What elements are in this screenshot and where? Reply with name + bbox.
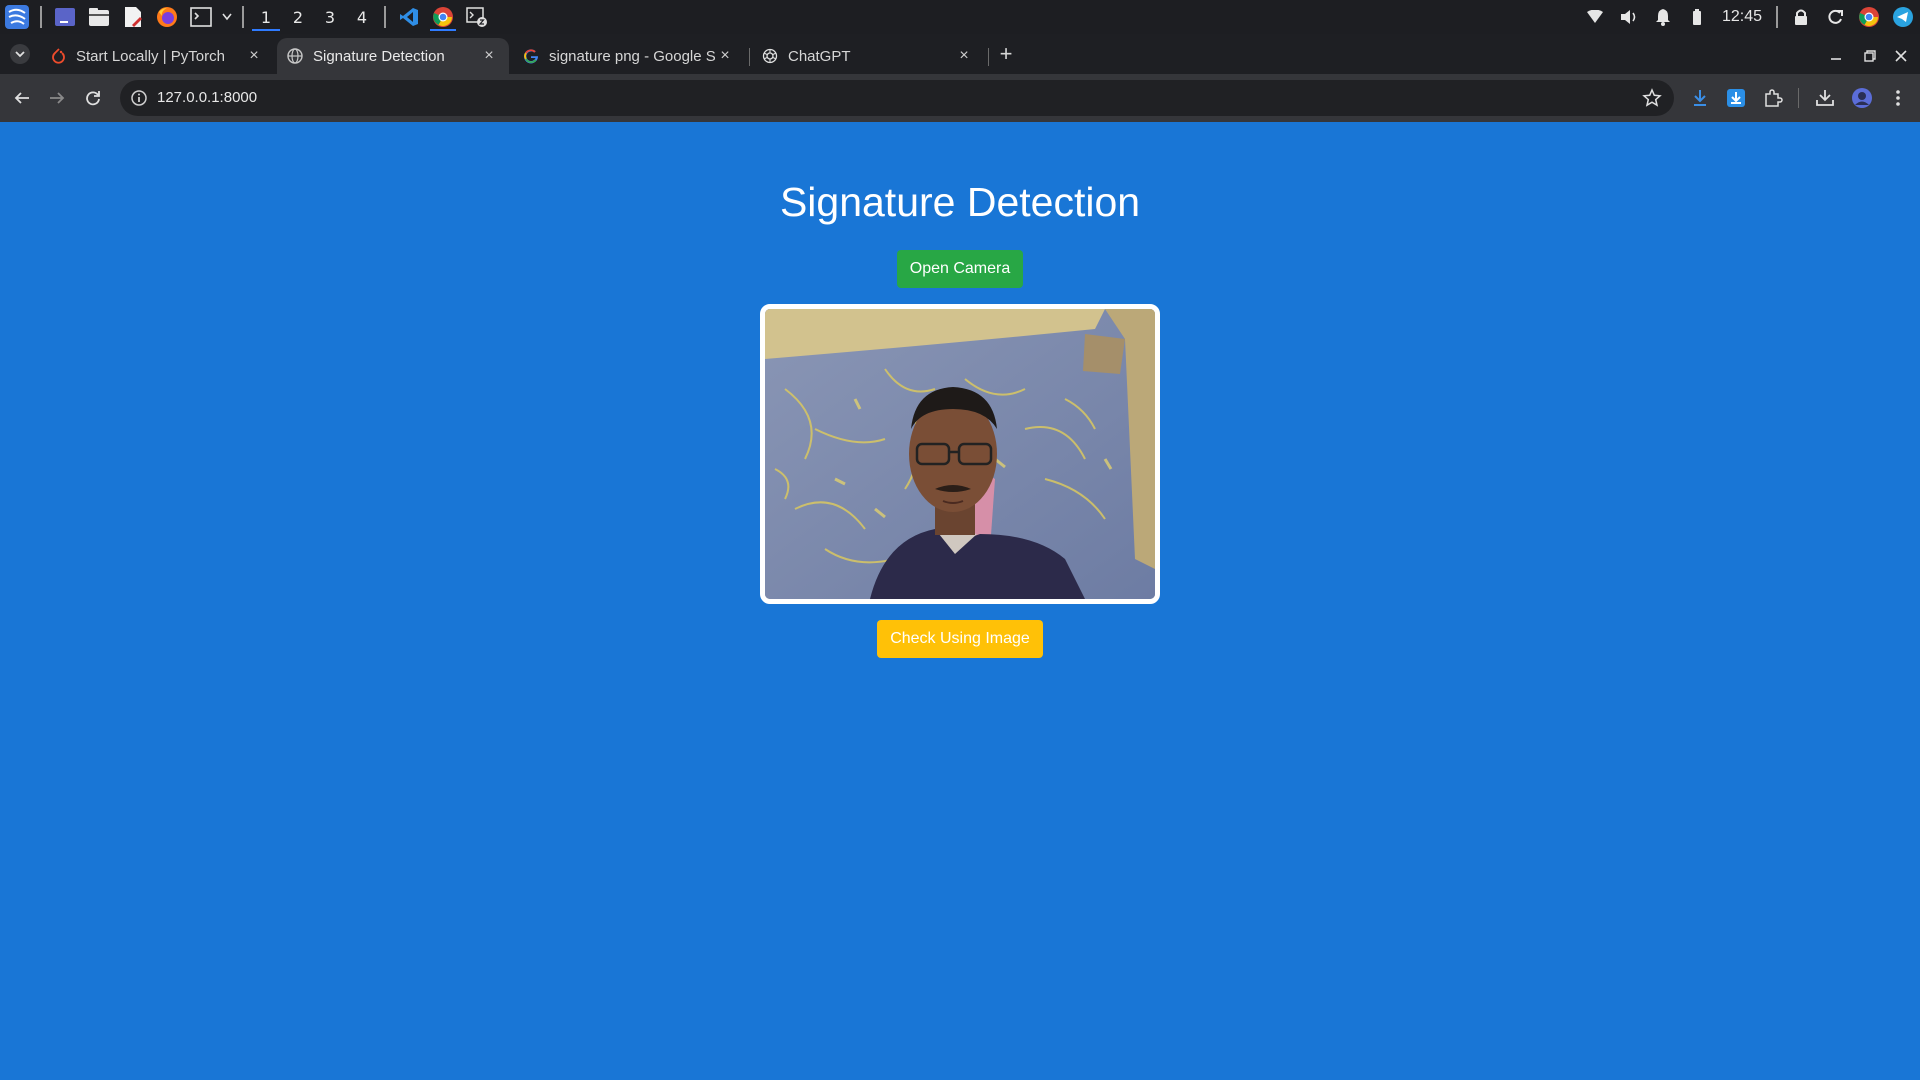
tab-google-search[interactable]: signature png - Google S × bbox=[513, 38, 745, 74]
workspace-3[interactable]: 3 bbox=[314, 0, 346, 34]
close-window-icon[interactable] bbox=[1889, 44, 1913, 68]
extensions-puzzle-icon[interactable] bbox=[1759, 84, 1787, 112]
reload-icon[interactable] bbox=[79, 84, 107, 112]
notification-bell-icon[interactable] bbox=[1646, 0, 1680, 34]
forward-icon[interactable] bbox=[43, 84, 71, 112]
text-editor-icon[interactable] bbox=[116, 0, 150, 34]
workspace-1[interactable]: 1 bbox=[250, 0, 282, 34]
vscode-icon[interactable] bbox=[392, 0, 426, 34]
tab-signature-detection[interactable]: Signature Detection × bbox=[277, 38, 509, 74]
tab-label: Start Locally | PyTorch bbox=[76, 47, 225, 65]
downloads-icon[interactable] bbox=[1811, 84, 1839, 112]
camera-feed-image bbox=[765, 309, 1155, 599]
bookmark-star-icon[interactable] bbox=[1642, 88, 1662, 108]
file-manager-icon[interactable] bbox=[82, 0, 116, 34]
browser-tab-bar: Start Locally | PyTorch × Signature Dete… bbox=[0, 34, 1920, 74]
check-using-image-button[interactable]: Check Using Image bbox=[877, 620, 1043, 658]
refresh-session-icon[interactable] bbox=[1818, 0, 1852, 34]
toolbar-separator bbox=[1798, 88, 1799, 108]
site-info-icon[interactable] bbox=[130, 89, 148, 107]
workspace-4[interactable]: 4 bbox=[346, 0, 378, 34]
url-text[interactable]: 127.0.0.1:8000 bbox=[157, 80, 257, 116]
camera-preview bbox=[760, 304, 1160, 604]
clock[interactable]: 12:45 bbox=[1714, 8, 1770, 26]
lock-icon[interactable] bbox=[1784, 0, 1818, 34]
terminal-icon[interactable] bbox=[184, 0, 218, 34]
tab-separator bbox=[749, 48, 750, 66]
terminal-window-icon[interactable] bbox=[460, 0, 494, 34]
close-tab-icon[interactable]: × bbox=[479, 46, 499, 66]
chatgpt-icon bbox=[762, 48, 778, 64]
volume-icon[interactable] bbox=[1612, 0, 1646, 34]
tab-search-dropdown-icon[interactable] bbox=[6, 40, 34, 68]
panel-separator bbox=[384, 6, 386, 28]
back-icon[interactable] bbox=[8, 84, 36, 112]
page-title: Signature Detection bbox=[779, 179, 1141, 225]
new-tab-button[interactable]: + bbox=[992, 40, 1020, 68]
tab-label: ChatGPT bbox=[788, 47, 851, 65]
panel-separator bbox=[1776, 6, 1778, 28]
close-tab-icon[interactable]: × bbox=[954, 46, 974, 66]
download-arrow-icon[interactable] bbox=[1686, 84, 1714, 112]
profile-avatar[interactable] bbox=[1848, 84, 1876, 112]
desktop-top-panel: 1 2 3 4 12:45 bbox=[0, 0, 1920, 34]
close-tab-icon[interactable]: × bbox=[715, 46, 735, 66]
address-bar[interactable]: 127.0.0.1:8000 bbox=[120, 80, 1674, 116]
tab-label: signature png - Google S bbox=[549, 47, 715, 65]
tab-chatgpt[interactable]: ChatGPT × bbox=[752, 38, 984, 74]
google-icon bbox=[523, 48, 539, 64]
chrome-tray-icon[interactable] bbox=[1852, 0, 1886, 34]
close-tab-icon[interactable]: × bbox=[244, 46, 264, 66]
tab-label: Signature Detection bbox=[313, 47, 445, 65]
telegram-icon[interactable] bbox=[1886, 0, 1920, 34]
browser-toolbar: 127.0.0.1:8000 bbox=[0, 74, 1920, 122]
browser-menu-icon[interactable] bbox=[1884, 84, 1912, 112]
firefox-icon[interactable] bbox=[150, 0, 184, 34]
chrome-taskbar-icon[interactable] bbox=[426, 0, 460, 34]
app-launcher-icon[interactable] bbox=[0, 0, 34, 34]
download-manager-extension-icon[interactable] bbox=[1722, 84, 1750, 112]
pytorch-icon bbox=[50, 48, 66, 64]
launcher-dropdown-icon[interactable] bbox=[218, 0, 236, 34]
system-tray: 12:45 bbox=[1578, 0, 1920, 34]
open-camera-button[interactable]: Open Camera bbox=[897, 250, 1023, 288]
battery-icon[interactable] bbox=[1680, 0, 1714, 34]
wifi-icon[interactable] bbox=[1578, 0, 1612, 34]
show-desktop-icon[interactable] bbox=[48, 0, 82, 34]
tab-pytorch[interactable]: Start Locally | PyTorch × bbox=[40, 38, 274, 74]
minimize-window-icon[interactable] bbox=[1824, 44, 1848, 68]
restore-window-icon[interactable] bbox=[1858, 44, 1882, 68]
panel-separator bbox=[40, 6, 42, 28]
globe-icon bbox=[287, 48, 303, 64]
tab-separator bbox=[988, 48, 989, 66]
page-content: Signature Detection Open Camera Check Us… bbox=[0, 122, 1920, 1080]
panel-separator bbox=[242, 6, 244, 28]
workspace-2[interactable]: 2 bbox=[282, 0, 314, 34]
